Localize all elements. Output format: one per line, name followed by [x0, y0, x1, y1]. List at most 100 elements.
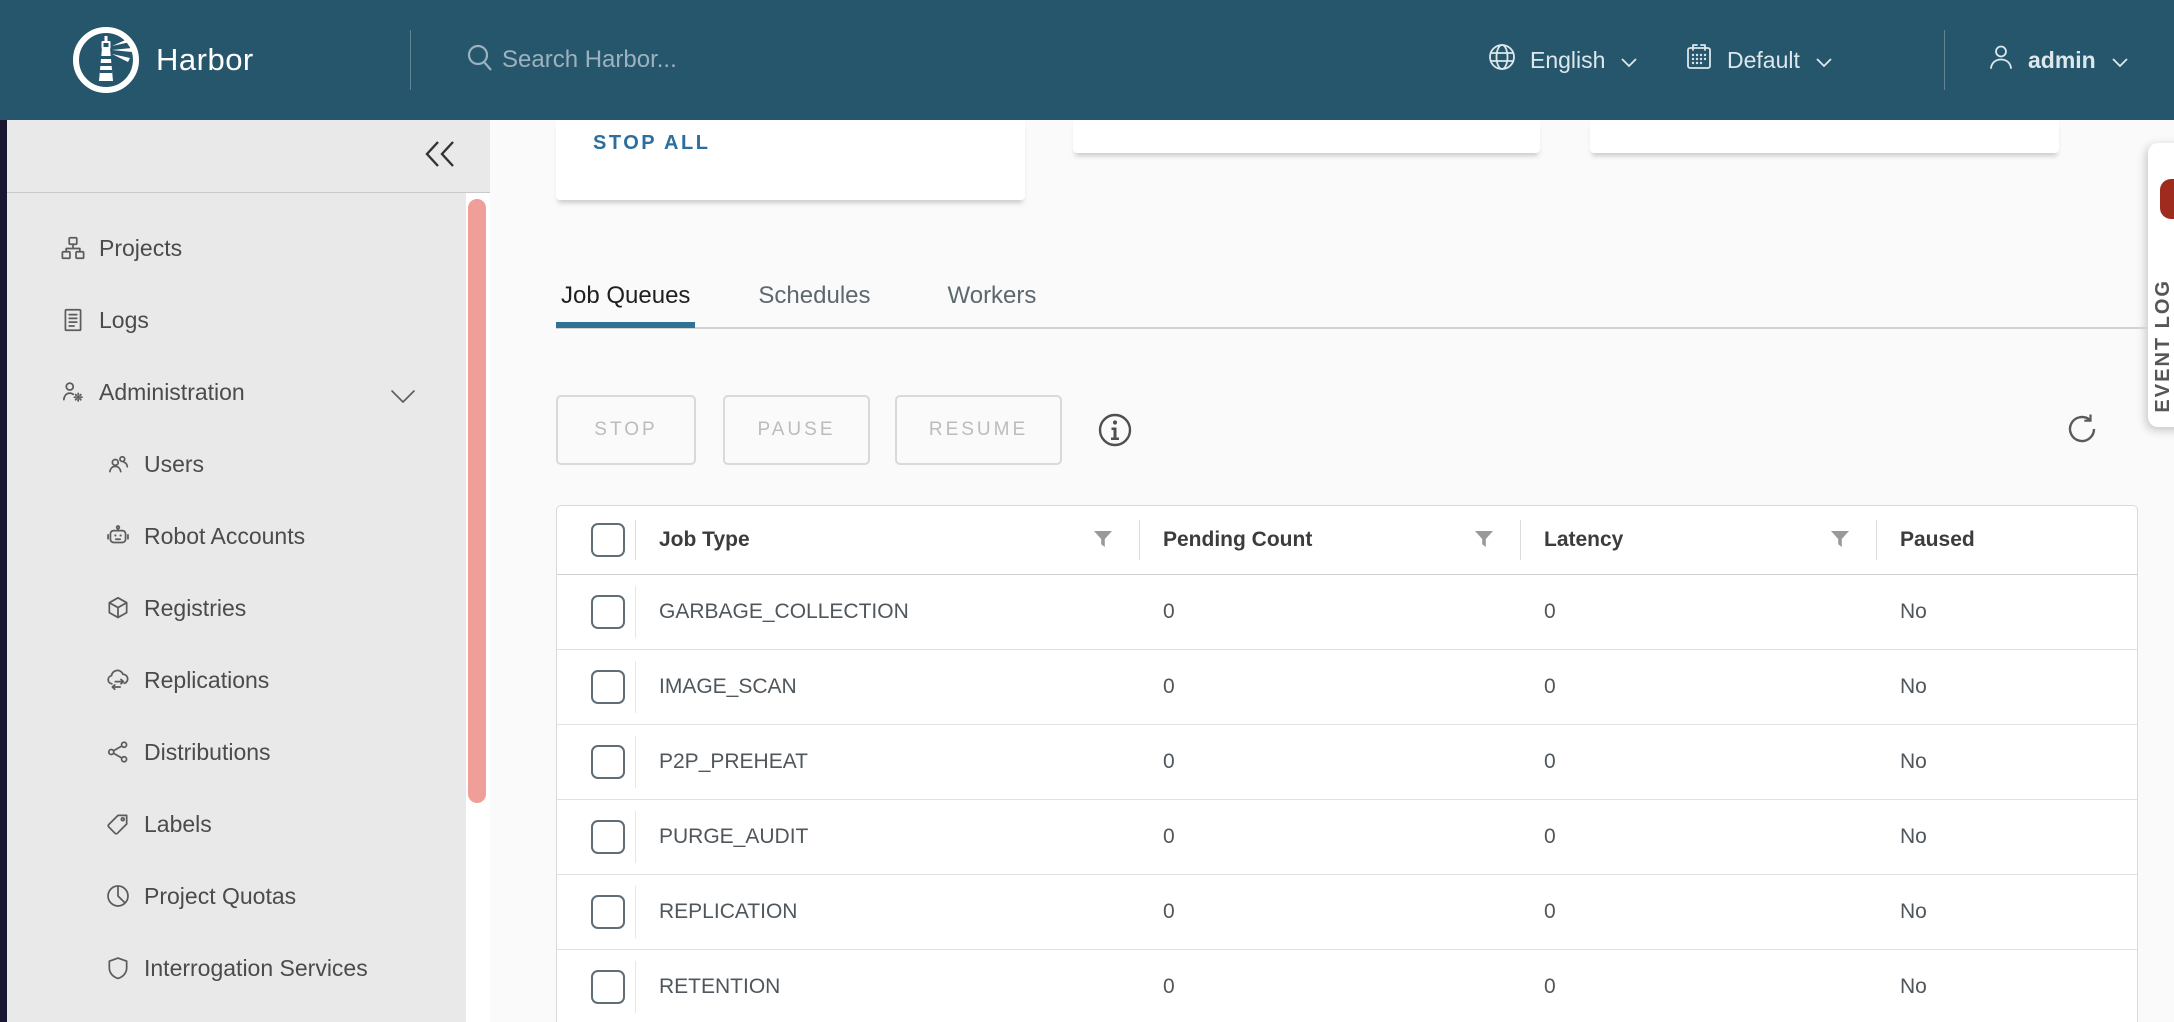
sidebar-item-logs[interactable]: Logs: [7, 284, 466, 356]
chevron-down-icon: [1816, 47, 1832, 74]
cell-pending-count: 0: [1139, 800, 1520, 874]
filter-icon[interactable]: [1093, 530, 1113, 554]
sidebar-nav: Projects Logs Administration Users Robot Acc…: [7, 212, 466, 1004]
table-row: IMAGE_SCAN00No: [557, 650, 2137, 725]
table-row: PURGE_AUDIT00No: [557, 800, 2137, 875]
search-input[interactable]: [500, 45, 1064, 75]
row-checkbox[interactable]: [591, 820, 625, 854]
sidebar-item-label: Robot Accounts: [144, 523, 305, 550]
select-all-cell: [557, 506, 635, 574]
sidebar-item-label: Administration: [99, 379, 245, 406]
info-icon[interactable]: [1096, 411, 1134, 449]
toolbar: STOP PAUSE RESUME: [556, 395, 1134, 465]
tab-schedules[interactable]: Schedules: [753, 276, 875, 328]
sidebar-item-label: Distributions: [144, 739, 271, 766]
column-header-paused[interactable]: Paused: [1876, 506, 2137, 574]
row-select-cell: [557, 800, 635, 874]
tab-workers[interactable]: Workers: [943, 276, 1042, 328]
select-all-checkbox[interactable]: [591, 523, 625, 557]
stop-button[interactable]: STOP: [556, 395, 696, 465]
resume-button[interactable]: RESUME: [895, 395, 1062, 465]
user-menu[interactable]: admin: [1986, 0, 2128, 120]
row-checkbox[interactable]: [591, 970, 625, 1004]
chevron-down-icon[interactable]: [390, 384, 416, 411]
labels-icon: [105, 811, 131, 837]
project-quotas-icon: [105, 883, 131, 909]
column-header-latency[interactable]: Latency: [1520, 506, 1876, 574]
distributions-icon: [105, 739, 131, 765]
cell-paused: No: [1876, 650, 2137, 724]
cell-pending-count: 0: [1139, 875, 1520, 949]
sidebar-item-label: Project Quotas: [144, 883, 296, 910]
column-header-pending-count[interactable]: Pending Count: [1139, 506, 1520, 574]
stop-all-button[interactable]: STOP ALL: [593, 132, 710, 155]
sidebar-collapse-icon[interactable]: [423, 139, 457, 173]
table-row: GARBAGE_COLLECTION00No: [557, 575, 2137, 650]
globe-icon: [1486, 41, 1518, 79]
harbor-app: Harbor English: [0, 0, 2174, 1022]
cell-job-type: GARBAGE_COLLECTION: [635, 575, 1139, 649]
sidebar-item-label: Registries: [144, 595, 246, 622]
sidebar-item-users[interactable]: Users: [7, 428, 466, 500]
administration-icon: [60, 379, 86, 405]
filter-icon[interactable]: [1474, 530, 1494, 554]
chevron-down-icon: [2112, 47, 2128, 74]
language-dropdown[interactable]: English: [1486, 0, 1637, 120]
row-select-cell: [557, 875, 635, 949]
tab-job-queues[interactable]: Job Queues: [556, 276, 695, 328]
sidebar-item-interrogation-services[interactable]: Interrogation Services: [7, 932, 466, 1004]
table-row: P2P_PREHEAT00No: [557, 725, 2137, 800]
sidebar-scrollbar-track[interactable]: [466, 193, 490, 1022]
job-queues-table: Job Type Pending Count Latency Paused: [556, 505, 2138, 1022]
sidebar-item-robot-accounts[interactable]: Robot Accounts: [7, 500, 466, 572]
cell-latency: 0: [1520, 950, 1876, 1022]
row-select-cell: [557, 575, 635, 649]
brand-title: Harbor: [156, 0, 254, 120]
cell-pending-count: 0: [1139, 650, 1520, 724]
sidebar-item-distributions[interactable]: Distributions: [7, 716, 466, 788]
column-header-job-type[interactable]: Job Type: [635, 506, 1139, 574]
sidebar-item-labels[interactable]: Labels: [7, 788, 466, 860]
replications-icon: [105, 667, 131, 693]
pause-button[interactable]: PAUSE: [723, 395, 870, 465]
row-checkbox[interactable]: [591, 895, 625, 929]
search-icon: [464, 42, 496, 79]
cell-pending-count: 0: [1139, 575, 1520, 649]
sidebar-item-label: Replications: [144, 667, 269, 694]
sidebar-item-replications[interactable]: Replications: [7, 644, 466, 716]
interrogation-services-icon: [105, 955, 131, 981]
sidebar-item-label: Projects: [99, 235, 182, 262]
top-header: Harbor English: [0, 0, 2174, 120]
sidebar-item-project-quotas[interactable]: Project Quotas: [7, 860, 466, 932]
sidebar-item-projects[interactable]: Projects: [7, 212, 466, 284]
table-row: REPLICATION00No: [557, 875, 2137, 950]
sidebar-item-administration[interactable]: Administration: [7, 356, 466, 428]
row-select-cell: [557, 650, 635, 724]
harbor-logo-icon[interactable]: [72, 26, 140, 94]
row-checkbox[interactable]: [591, 745, 625, 779]
cell-paused: No: [1876, 800, 2137, 874]
scope-dropdown[interactable]: Default: [1683, 0, 1832, 120]
projects-icon: [60, 235, 86, 261]
event-log-tab[interactable]: 3 EVENT LOG: [2148, 143, 2174, 427]
table-body: GARBAGE_COLLECTION00NoIMAGE_SCAN00NoP2P_…: [557, 575, 2137, 1022]
global-search[interactable]: [464, 0, 1064, 120]
table-header-row: Job Type Pending Count Latency Paused: [557, 506, 2137, 575]
cell-paused: No: [1876, 575, 2137, 649]
cell-job-type: PURGE_AUDIT: [635, 800, 1139, 874]
row-select-cell: [557, 950, 635, 1022]
sidebar-item-registries[interactable]: Registries: [7, 572, 466, 644]
row-checkbox[interactable]: [591, 595, 625, 629]
sidebar-item-label: Labels: [144, 811, 212, 838]
sidebar-scrollbar-thumb[interactable]: [468, 199, 486, 803]
row-checkbox[interactable]: [591, 670, 625, 704]
refresh-icon[interactable]: [2063, 410, 2101, 448]
tab-bar: Job Queues Schedules Workers: [556, 276, 1041, 328]
summary-card: STOP ALL: [556, 120, 1025, 200]
filter-icon[interactable]: [1830, 530, 1850, 554]
user-icon: [1986, 42, 2016, 78]
cell-job-type: RETENTION: [635, 950, 1139, 1022]
cell-paused: No: [1876, 950, 2137, 1022]
header-divider: [410, 30, 411, 90]
table-row: RETENTION00No: [557, 950, 2137, 1022]
